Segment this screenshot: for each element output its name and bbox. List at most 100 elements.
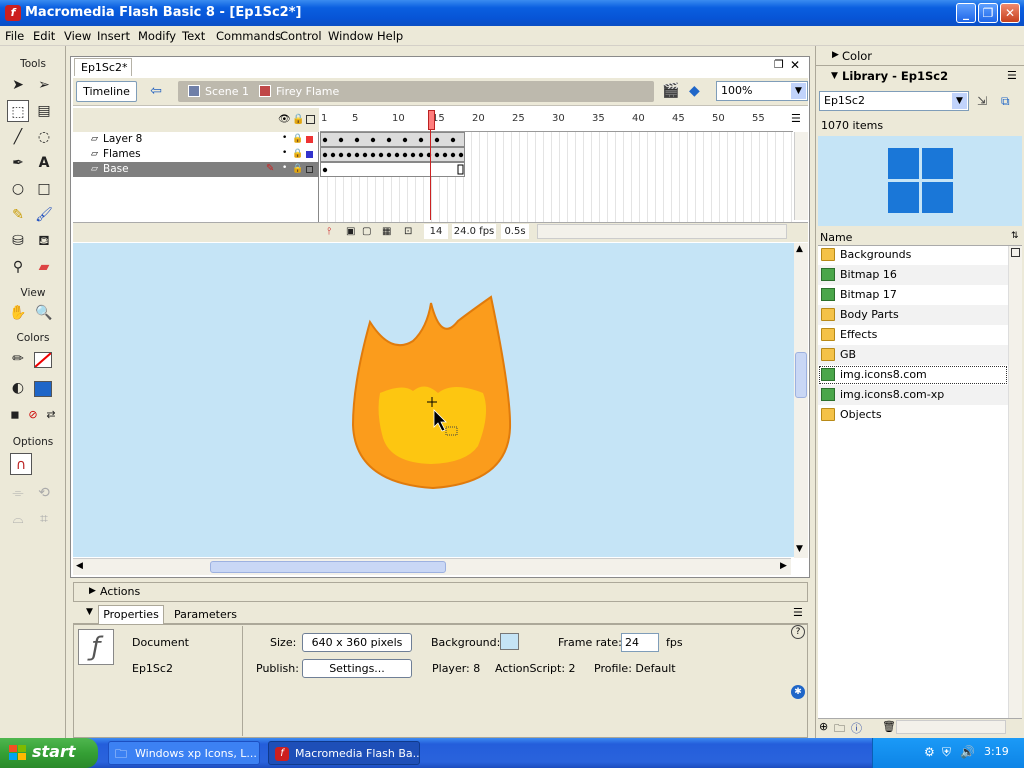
- lock-icon[interactable]: 🔒: [292, 164, 303, 174]
- library-column-header[interactable]: Name: [818, 230, 1022, 246]
- list-item[interactable]: Bitmap 16: [818, 265, 1008, 285]
- tab-properties[interactable]: Properties: [98, 605, 164, 624]
- size-button[interactable]: 640 x 360 pixels: [302, 633, 412, 652]
- list-item[interactable]: Objects: [818, 405, 1008, 425]
- menu-text[interactable]: Text: [182, 29, 205, 43]
- distort-icon[interactable]: ⌓: [7, 508, 29, 530]
- ink-bottle-tool-icon[interactable]: ⛁: [7, 230, 29, 252]
- taskbar-button-flash[interactable]: f Macromedia Flash Ba...: [268, 741, 420, 765]
- fill-color-swatch[interactable]: [34, 381, 52, 397]
- lock-icon[interactable]: 🔒: [292, 149, 303, 159]
- timeline-vscrollbar[interactable]: [794, 132, 808, 220]
- library-menu-icon[interactable]: ☰: [1007, 69, 1017, 82]
- security-icon[interactable]: ⛨: [942, 745, 951, 760]
- scroll-down-icon[interactable]: ▼: [796, 544, 803, 554]
- stage-hscroll-thumb[interactable]: [210, 561, 446, 573]
- menu-help[interactable]: Help: [377, 29, 403, 43]
- volume-icon[interactable]: 🔊: [960, 745, 975, 759]
- scroll-up-icon[interactable]: [1011, 248, 1020, 257]
- modify-markers-icon[interactable]: ⊡: [404, 224, 412, 239]
- menu-control[interactable]: Control: [280, 29, 322, 43]
- layer-color-swatch[interactable]: [306, 151, 313, 158]
- breadcrumb-symbol[interactable]: Firey Flame: [276, 85, 339, 98]
- chevron-down-icon[interactable]: ▼: [791, 83, 806, 99]
- menu-edit[interactable]: Edit: [33, 29, 55, 43]
- taskbar-button-explorer[interactable]: 🗀 Windows xp Icons, L...: [108, 741, 260, 765]
- frame-rate-input[interactable]: 24: [621, 633, 659, 652]
- edit-symbol-icon[interactable]: ◆: [689, 83, 700, 99]
- menu-commands[interactable]: Commands: [216, 29, 281, 43]
- stage[interactable]: [73, 243, 795, 557]
- frame-span[interactable]: [320, 147, 465, 162]
- timeline-button[interactable]: Timeline: [76, 81, 137, 102]
- swap-colors-icon[interactable]: ⇄: [40, 404, 62, 426]
- tab-parameters[interactable]: Parameters: [174, 608, 237, 621]
- list-item[interactable]: GB: [818, 345, 1008, 365]
- text-tool-icon[interactable]: A: [33, 152, 55, 174]
- stroke-color-icon[interactable]: ✏: [7, 348, 29, 370]
- library-select[interactable]: Ep1Sc2 ▼: [819, 91, 969, 111]
- expand-arrow-icon[interactable]: ▶: [832, 50, 839, 60]
- visible-dot-icon[interactable]: •: [282, 163, 287, 173]
- list-item[interactable]: Bitmap 17: [818, 285, 1008, 305]
- list-item[interactable]: img.icons8.com-xp: [818, 385, 1008, 405]
- sort-icon[interactable]: ⇅: [1011, 231, 1019, 241]
- list-item[interactable]: Effects: [818, 325, 1008, 345]
- rotate-icon[interactable]: ⟲: [33, 482, 55, 504]
- playhead[interactable]: [428, 110, 435, 130]
- timeline-hscrollbar[interactable]: [537, 224, 787, 239]
- menu-file[interactable]: File: [5, 29, 24, 43]
- close-button[interactable]: ✕: [1000, 3, 1020, 23]
- minimize-button[interactable]: _: [956, 3, 976, 23]
- hand-tool-icon[interactable]: ✋: [7, 302, 29, 324]
- stage-vscrollbar[interactable]: [794, 243, 808, 558]
- restore-button[interactable]: ❐: [978, 3, 998, 23]
- fill-color-icon[interactable]: ◐: [7, 377, 29, 399]
- zoom-tool-icon[interactable]: 🔍: [33, 302, 55, 324]
- line-tool-icon[interactable]: ╱: [7, 126, 29, 148]
- lock-icon[interactable]: 🔒: [292, 134, 303, 144]
- scroll-right-icon[interactable]: ▶: [780, 561, 787, 571]
- free-transform-tool-icon[interactable]: ⬚: [7, 100, 29, 122]
- document-tab[interactable]: Ep1Sc2*: [74, 58, 132, 76]
- oval-tool-icon[interactable]: ○: [7, 178, 29, 200]
- pencil-tool-icon[interactable]: ✎: [7, 204, 29, 226]
- pen-tool-icon[interactable]: ✒: [7, 152, 29, 174]
- network-icon[interactable]: ⚙: [924, 745, 935, 759]
- collapse-arrow-icon[interactable]: ▼: [831, 71, 838, 81]
- smooth-icon[interactable]: ⌯: [7, 482, 29, 504]
- frame-span[interactable]: [320, 162, 465, 177]
- list-item[interactable]: Backgrounds: [818, 245, 1008, 265]
- eraser-tool-icon[interactable]: ▰: [33, 256, 55, 278]
- menu-view[interactable]: View: [64, 29, 91, 43]
- new-symbol-icon[interactable]: ⊕: [819, 720, 828, 733]
- envelope-icon[interactable]: ⌗: [33, 508, 55, 530]
- layer-color-swatch[interactable]: [306, 136, 313, 143]
- settings-button[interactable]: Settings...: [302, 659, 412, 678]
- scroll-left-icon[interactable]: ◀: [76, 561, 83, 571]
- properties-icon[interactable]: ⓘ: [851, 720, 862, 736]
- library-hscrollbar[interactable]: [896, 720, 1006, 734]
- brush-tool-icon[interactable]: 🖌: [33, 204, 55, 226]
- breadcrumb-scene[interactable]: Scene 1: [205, 85, 249, 98]
- list-item[interactable]: Body Parts: [818, 305, 1008, 325]
- frame-span[interactable]: [320, 132, 465, 147]
- document-restore-icon[interactable]: ❐: [774, 58, 784, 71]
- color-panel-title[interactable]: Color: [842, 49, 872, 63]
- background-color-swatch[interactable]: [500, 633, 519, 650]
- eye-icon[interactable]: 👁: [278, 114, 291, 125]
- arrow-tool-icon[interactable]: ➤: [7, 74, 29, 96]
- stroke-color-swatch[interactable]: [34, 352, 52, 368]
- pin-library-icon[interactable]: ⇲: [977, 94, 987, 108]
- menu-window[interactable]: Window: [328, 29, 373, 43]
- library-vscrollbar[interactable]: [1008, 246, 1022, 718]
- accessibility-icon[interactable]: ✱: [791, 685, 805, 699]
- visible-dot-icon[interactable]: •: [282, 148, 287, 158]
- subselect-tool-icon[interactable]: ➢: [33, 74, 55, 96]
- center-frame-icon[interactable]: ⫯: [327, 224, 331, 239]
- rectangle-tool-icon[interactable]: □: [33, 178, 55, 200]
- new-folder-icon[interactable]: 🗀: [834, 720, 845, 739]
- visible-dot-icon[interactable]: •: [282, 133, 287, 143]
- onion-outline-icon[interactable]: ▢: [362, 224, 371, 239]
- flash-icon[interactable]: f: [5, 5, 21, 21]
